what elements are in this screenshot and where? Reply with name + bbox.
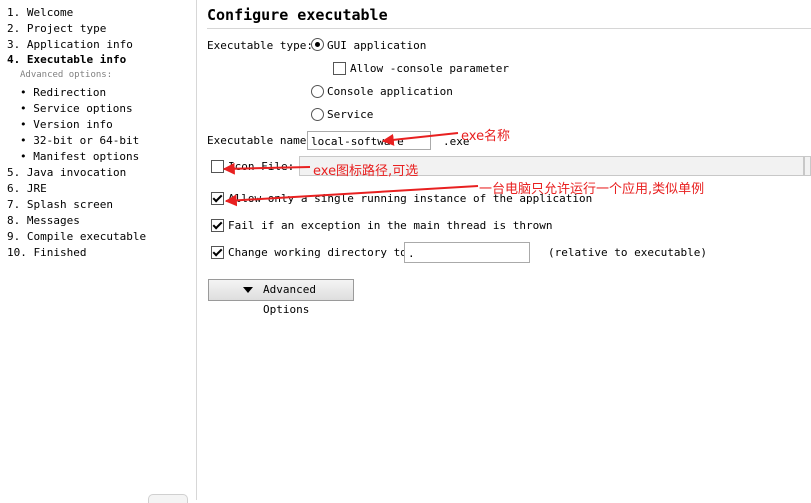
step-finished[interactable]: 10. Finished xyxy=(7,246,86,259)
single-instance-annotation: 一台电脑只允许运行一个应用,类似单例 xyxy=(479,182,705,197)
step-manifest-options[interactable]: • Manifest options xyxy=(20,150,139,163)
exe-name-annotation: exe名称 xyxy=(461,129,511,144)
icon-file-browse-button[interactable] xyxy=(804,156,811,176)
working-directory-input[interactable]: . xyxy=(404,242,530,263)
step-project-type[interactable]: 2. Project type xyxy=(7,22,106,35)
advanced-options-button[interactable]: Advanced Options xyxy=(208,279,354,316)
gui-application-radio[interactable] xyxy=(311,38,324,51)
step-compile-executable[interactable]: 9. Compile executable xyxy=(7,230,146,243)
step-jre[interactable]: 6. JRE xyxy=(7,182,47,195)
gui-application-label: GUI application xyxy=(327,39,427,52)
allow-console-label: Allow -console parameter xyxy=(350,62,509,75)
sidebar-scroll-handle[interactable] xyxy=(148,494,188,503)
advanced-options-button-label: Advanced Options xyxy=(263,283,316,316)
step-welcome[interactable]: 1. Welcome xyxy=(7,6,73,19)
change-working-dir-label: Change working directory to: xyxy=(228,246,414,259)
fail-on-exception-checkbox[interactable] xyxy=(211,219,224,232)
executable-type-label: Executable type: xyxy=(207,39,313,52)
change-working-dir-checkbox[interactable] xyxy=(211,246,224,259)
console-application-radio[interactable] xyxy=(311,85,324,98)
icon-file-checkbox[interactable] xyxy=(211,160,224,173)
step-service-options[interactable]: • Service options xyxy=(20,102,133,115)
main-panel: Configure executable Executable type: GU… xyxy=(197,0,811,500)
wizard-sidebar: 1. Welcome 2. Project type 3. Applicatio… xyxy=(0,0,197,503)
page-title: Configure executable xyxy=(207,6,388,24)
icon-file-label: Icon File: xyxy=(228,160,295,173)
step-messages[interactable]: 8. Messages xyxy=(7,214,80,227)
step-32-64-bit[interactable]: • 32-bit or 64-bit xyxy=(20,134,139,147)
triangle-down-icon xyxy=(243,287,253,293)
console-application-label: Console application xyxy=(327,85,453,98)
step-splash-screen[interactable]: 7. Splash screen xyxy=(7,198,113,211)
fail-on-exception-label: Fail if an exception in the main thread … xyxy=(228,219,553,232)
title-divider xyxy=(207,28,811,29)
relative-to-executable-label: (relative to executable) xyxy=(548,246,707,259)
service-radio[interactable] xyxy=(311,108,324,121)
step-redirection[interactable]: • Redirection xyxy=(20,86,106,99)
step-version-info[interactable]: • Version info xyxy=(20,118,113,131)
executable-name-label: Executable name: xyxy=(207,134,313,147)
executable-name-input[interactable]: local-software xyxy=(307,131,431,150)
step-application-info[interactable]: 3. Application info xyxy=(7,38,133,51)
advanced-options-label: Advanced options: xyxy=(20,70,113,80)
allow-console-checkbox[interactable] xyxy=(333,62,346,75)
icon-file-annotation: exe图标路径,可选 xyxy=(313,164,419,179)
step-executable-info[interactable]: 4. Executable info xyxy=(7,53,126,66)
single-instance-checkbox[interactable] xyxy=(211,192,224,205)
service-label: Service xyxy=(327,108,374,121)
step-java-invocation[interactable]: 5. Java invocation xyxy=(7,166,126,179)
